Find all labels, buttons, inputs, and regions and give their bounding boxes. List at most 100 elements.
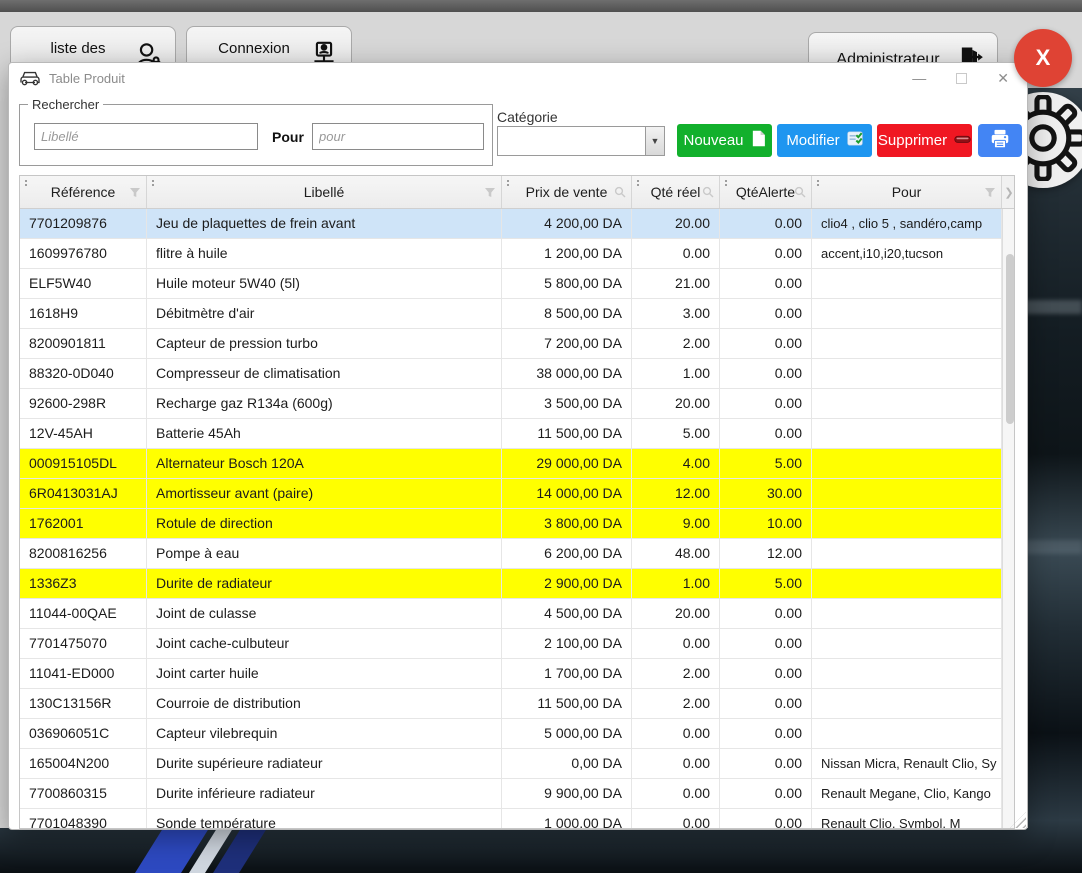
cell-reference: 036906051C (20, 719, 147, 748)
cell-libelle: Capteur vilebrequin (147, 719, 502, 748)
supprimer-button[interactable]: Supprimer (877, 124, 972, 157)
search-icon[interactable] (794, 185, 806, 201)
table-row[interactable]: 7701475070Joint cache-culbuteur2 100,00 … (20, 629, 1002, 659)
cell-prix: 1 700,00 DA (502, 659, 632, 688)
search-icon[interactable] (614, 185, 626, 201)
column-drag-handle (152, 180, 154, 182)
cell-qte: 1.00 (632, 359, 720, 388)
table-row[interactable]: 7701209876Jeu de plaquettes de frein ava… (20, 209, 1002, 239)
table-row[interactable]: 6R0413031AJAmortisseur avant (paire)14 0… (20, 479, 1002, 509)
table-row[interactable]: 88320-0D040Compresseur de climatisation3… (20, 359, 1002, 389)
table-row[interactable]: 1609976780flitre à huile1 200,00 DA0.000… (20, 239, 1002, 269)
maximize-button[interactable] (956, 73, 967, 84)
libelle-search-input[interactable] (34, 123, 258, 150)
cell-pour (812, 599, 1002, 628)
cell-qte: 20.00 (632, 389, 720, 418)
filter-icon[interactable] (484, 185, 496, 201)
cell-libelle: Jeu de plaquettes de frein avant (147, 209, 502, 238)
pour-search-input[interactable] (312, 123, 484, 150)
table-row[interactable]: 8200816256Pompe à eau6 200,00 DA48.0012.… (20, 539, 1002, 569)
cell-pour (812, 689, 1002, 718)
column-header-libelle[interactable]: Libellé (147, 176, 502, 208)
pour-label: Pour (272, 129, 304, 145)
cell-qte: 9.00 (632, 509, 720, 538)
cell-prix: 9 900,00 DA (502, 779, 632, 808)
table-row[interactable]: 1336Z3Durite de radiateur2 900,00 DA1.00… (20, 569, 1002, 599)
table-row[interactable]: 1618H9Débitmètre d'air8 500,00 DA3.000.0… (20, 299, 1002, 329)
cell-qteAlerte: 5.00 (720, 449, 812, 478)
cell-pour: Nissan Micra, Renault Clio, Sy (812, 749, 1002, 778)
cell-prix: 0,00 DA (502, 749, 632, 778)
table-row[interactable]: 165004N200Durite supérieure radiateur0,0… (20, 749, 1002, 779)
cell-qte: 0.00 (632, 749, 720, 778)
cell-reference: 1609976780 (20, 239, 147, 268)
column-drag-handle (637, 180, 639, 182)
table-row[interactable]: 130C13156RCourroie de distribution11 500… (20, 689, 1002, 719)
cell-prix: 4 500,00 DA (502, 599, 632, 628)
search-group-label: Rechercher (28, 97, 103, 112)
cell-pour (812, 719, 1002, 748)
minimize-button[interactable]: — (912, 71, 926, 85)
cell-reference: 8200901811 (20, 329, 147, 358)
table-row[interactable]: 92600-298RRecharge gaz R134a (600g)3 500… (20, 389, 1002, 419)
cell-qteAlerte: 0.00 (720, 299, 812, 328)
table-row[interactable]: 1762001Rotule de direction3 800,00 DA9.0… (20, 509, 1002, 539)
title-bar[interactable]: Table Produit — ✕ (9, 63, 1027, 93)
cell-prix: 3 800,00 DA (502, 509, 632, 538)
cell-qteAlerte: 30.00 (720, 479, 812, 508)
search-icon[interactable] (702, 185, 714, 201)
table-row[interactable]: 8200901811Capteur de pression turbo7 200… (20, 329, 1002, 359)
nouveau-button[interactable]: Nouveau (677, 124, 772, 157)
cell-reference: 11041-ED000 (20, 659, 147, 688)
cell-qteAlerte: 0.00 (720, 719, 812, 748)
close-app-button[interactable]: X (1014, 29, 1072, 87)
print-button[interactable] (978, 124, 1022, 157)
cell-qteAlerte: 0.00 (720, 359, 812, 388)
cell-libelle: Amortisseur avant (paire) (147, 479, 502, 508)
cell-qteAlerte: 10.00 (720, 509, 812, 538)
column-header-qte[interactable]: Qté réel (632, 176, 720, 208)
cell-libelle: Capteur de pression turbo (147, 329, 502, 358)
cell-pour (812, 479, 1002, 508)
modifier-button[interactable]: Modifier (777, 124, 872, 157)
table-row[interactable]: 036906051CCapteur vilebrequin5 000,00 DA… (20, 719, 1002, 749)
cell-libelle: Joint carter huile (147, 659, 502, 688)
cell-pour: clio4 , clio 5 , sandéro,camp (812, 209, 1002, 238)
filter-icon[interactable] (129, 185, 141, 201)
close-window-button[interactable]: ✕ (997, 71, 1009, 85)
filter-icon[interactable] (984, 185, 996, 201)
column-label: Libellé (304, 184, 344, 200)
new-page-icon (751, 130, 766, 151)
column-label: Prix de vente (526, 184, 608, 200)
scroll-right-button[interactable]: ❯ (1002, 176, 1015, 209)
column-header-pour[interactable]: Pour (812, 176, 1002, 208)
table-row[interactable]: 11041-ED000Joint carter huile1 700,00 DA… (20, 659, 1002, 689)
table-row[interactable]: ELF5W40Huile moteur 5W40 (5l)5 800,00 DA… (20, 269, 1002, 299)
cell-prix: 7 200,00 DA (502, 329, 632, 358)
cell-qteAlerte: 0.00 (720, 329, 812, 358)
column-header-qteAlerte[interactable]: QtéAlerte (720, 176, 812, 208)
categorie-dropdown[interactable]: ▼ (497, 126, 665, 156)
table-row[interactable]: 12V-45AHBatterie 45Ah11 500,00 DA5.000.0… (20, 419, 1002, 449)
app-top-strip (0, 0, 1082, 12)
cell-pour: accent,i10,i20,tucson (812, 239, 1002, 268)
table-row[interactable]: 7700860315Durite inférieure radiateur9 9… (20, 779, 1002, 809)
table-row[interactable]: 7701048390Sonde température1 000,00 DA0.… (20, 809, 1002, 829)
cell-libelle: Courroie de distribution (147, 689, 502, 718)
column-header-prix[interactable]: Prix de vente (502, 176, 632, 208)
column-header-reference[interactable]: Référence (20, 176, 147, 208)
cell-qteAlerte: 0.00 (720, 689, 812, 718)
scrollbar-thumb[interactable] (1006, 254, 1014, 424)
cell-pour (812, 539, 1002, 568)
cell-libelle: Compresseur de climatisation (147, 359, 502, 388)
vertical-scrollbar[interactable] (1002, 209, 1015, 828)
cell-qteAlerte: 0.00 (720, 629, 812, 658)
table-row[interactable]: 000915105DLAlternateur Bosch 120A29 000,… (20, 449, 1002, 479)
table-row[interactable]: 11044-00QAEJoint de culasse4 500,00 DA20… (20, 599, 1002, 629)
cell-reference: 130C13156R (20, 689, 147, 718)
chevron-down-icon[interactable]: ▼ (645, 127, 664, 155)
column-drag-handle (507, 180, 509, 182)
cell-pour (812, 359, 1002, 388)
grid-body: 7701209876Jeu de plaquettes de frein ava… (20, 209, 1002, 829)
cell-qteAlerte: 0.00 (720, 599, 812, 628)
